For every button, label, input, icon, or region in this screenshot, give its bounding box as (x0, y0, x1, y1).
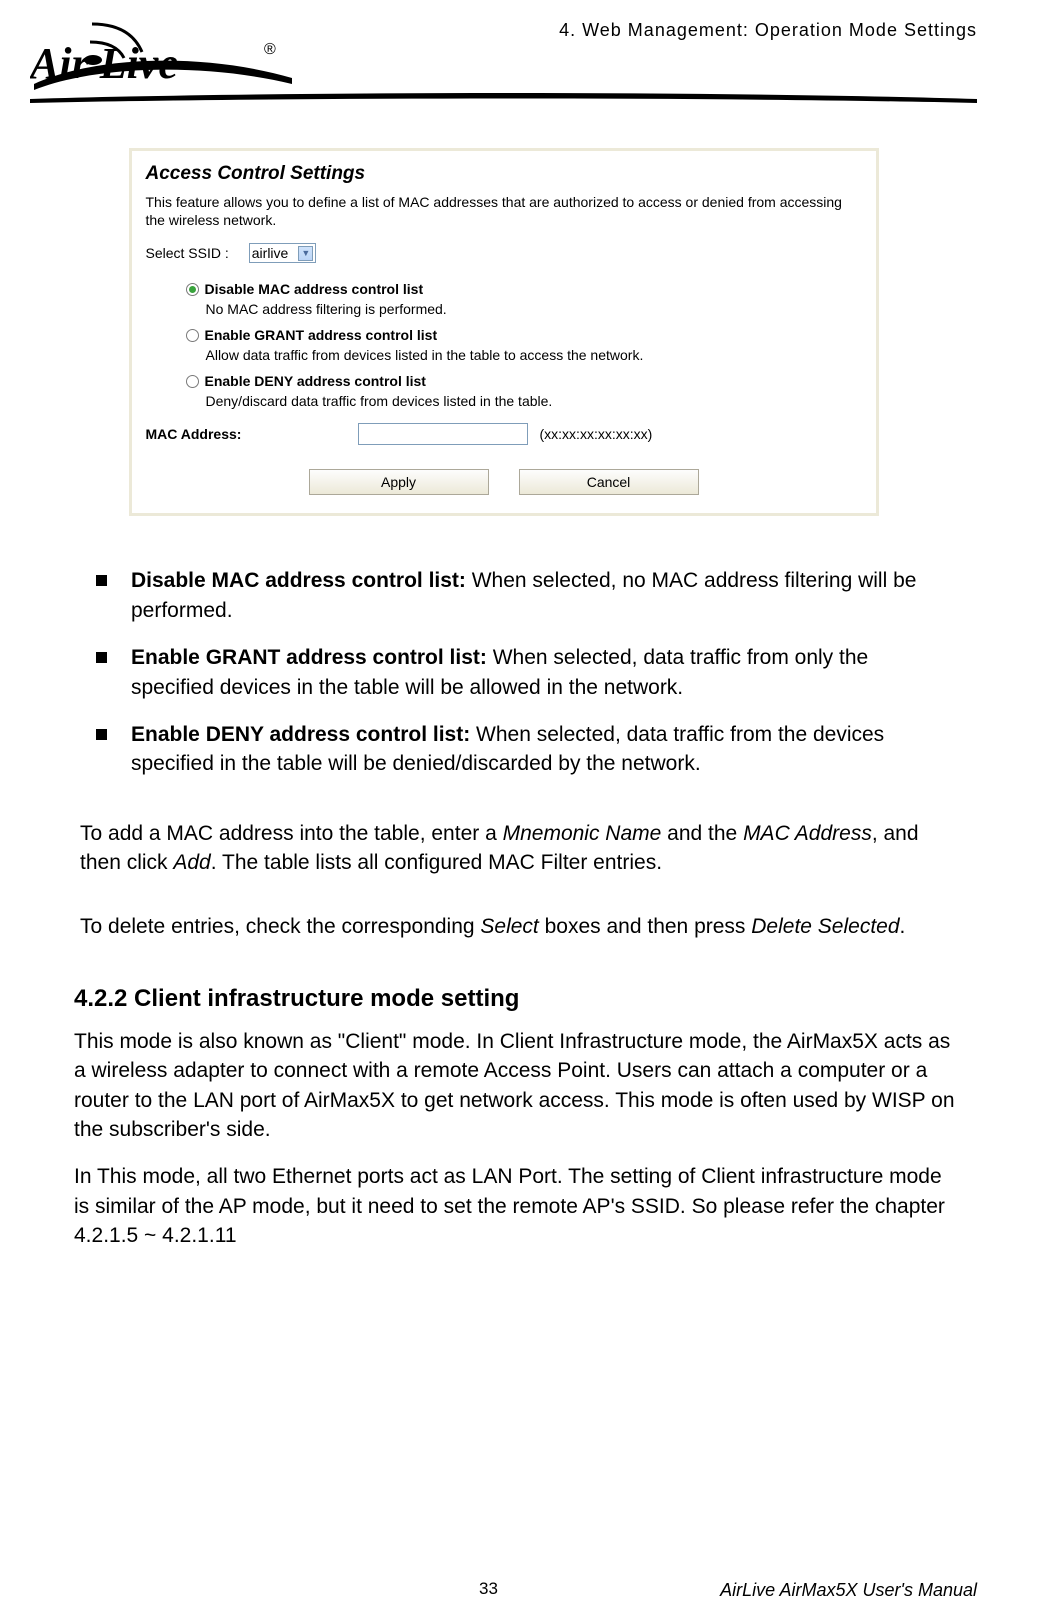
bullet-icon (96, 652, 107, 663)
radio-icon (186, 329, 199, 342)
bullet: Enable DENY address control list: When s… (96, 720, 947, 779)
option-disable[interactable]: Disable MAC address control list (186, 281, 862, 297)
cancel-button[interactable]: Cancel (519, 469, 699, 495)
mac-address-input[interactable] (358, 423, 528, 445)
ssid-select[interactable]: airlive ▼ (249, 243, 317, 263)
chevron-down-icon: ▼ (298, 246, 313, 261)
access-control-settings-panel: Access Control Settings This feature all… (129, 148, 879, 516)
bullet-icon (96, 729, 107, 740)
svg-text:Air Live: Air Live (30, 39, 178, 88)
section-body: This mode is also known as "Client" mode… (74, 1027, 955, 1145)
option-deny[interactable]: Enable DENY address control list (186, 373, 862, 389)
bullet: Enable GRANT address control list: When … (96, 643, 947, 702)
bullet-icon (96, 575, 107, 586)
mac-address-label: MAC Address: (146, 426, 346, 442)
airlive-logo: Air Live ® (30, 18, 310, 93)
bullet-title: Disable MAC address control list: (131, 569, 466, 592)
chapter-title: 4. Web Management: Operation Mode Settin… (310, 20, 977, 41)
bullet: Disable MAC address control list: When s… (96, 566, 947, 625)
paragraph-delete: To delete entries, check the correspondi… (80, 912, 955, 941)
option-deny-desc: Deny/discard data traffic from devices l… (206, 393, 862, 409)
ssid-label: Select SSID : (146, 245, 229, 261)
bullet-title: Enable DENY address control list: (131, 723, 470, 746)
radio-icon (186, 375, 199, 388)
radio-icon (186, 283, 199, 296)
ssid-select-value: airlive (252, 245, 289, 261)
option-deny-label: Enable DENY address control list (205, 373, 426, 389)
option-disable-desc: No MAC address filtering is performed. (206, 301, 862, 317)
acs-title: Access Control Settings (146, 163, 862, 185)
option-disable-label: Disable MAC address control list (205, 281, 424, 297)
section-heading: 4.2.2 Client infrastructure mode setting (74, 985, 955, 1013)
paragraph-add: To add a MAC address into the table, ent… (80, 819, 955, 878)
mac-address-hint: (xx:xx:xx:xx:xx:xx) (540, 426, 653, 442)
option-grant-desc: Allow data traffic from devices listed i… (206, 347, 862, 363)
svg-text:®: ® (264, 41, 276, 58)
option-grant[interactable]: Enable GRANT address control list (186, 327, 862, 343)
bullet-title: Enable GRANT address control list: (131, 646, 487, 669)
option-grant-label: Enable GRANT address control list (205, 327, 438, 343)
manual-title: AirLive AirMax5X User's Manual (720, 1580, 977, 1601)
acs-description: This feature allows you to define a list… (146, 193, 862, 229)
section-body: In This mode, all two Ethernet ports act… (74, 1162, 955, 1250)
apply-button[interactable]: Apply (309, 469, 489, 495)
